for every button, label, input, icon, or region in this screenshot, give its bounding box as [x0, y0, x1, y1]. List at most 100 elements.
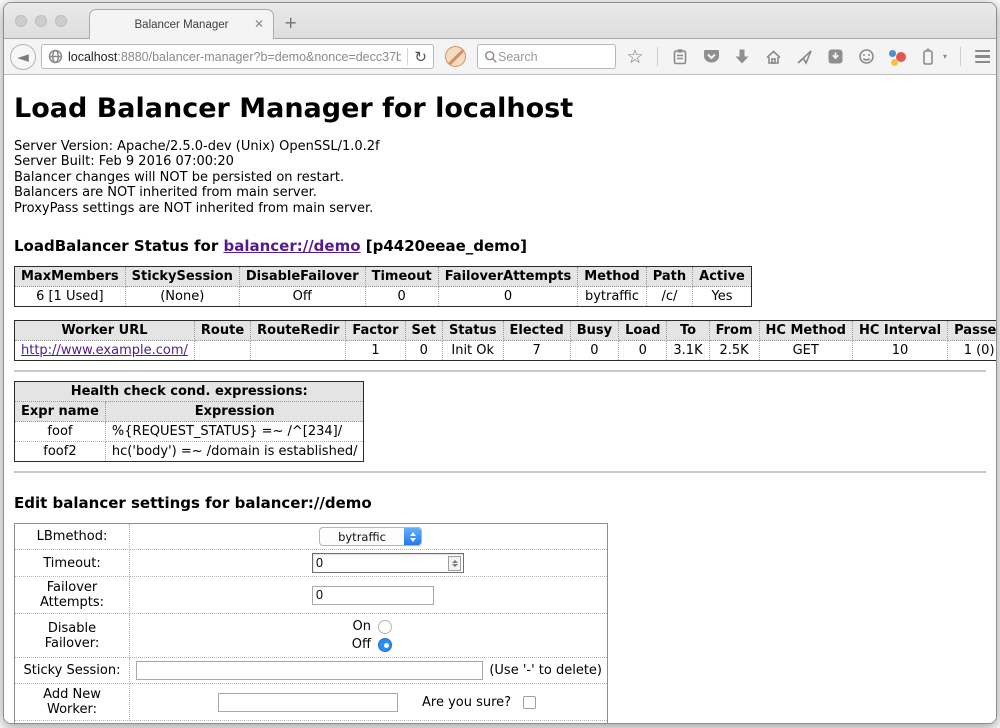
worker-url-link[interactable]: http://www.example.com/ [21, 343, 188, 358]
back-button[interactable]: ◄ [10, 44, 36, 70]
col-header: Passes [948, 321, 996, 341]
table-row: foof2 hc('body') =~ /domain is establish… [15, 442, 364, 462]
health-table-title: Health check cond. expressions: [15, 382, 364, 402]
number-stepper-icon[interactable] [448, 556, 461, 571]
add-worker-label: Add New Worker: [15, 684, 130, 721]
table-header-row: Expr name Expression [15, 402, 364, 422]
form-row-submit: Submit [15, 721, 608, 724]
screenshot-stage: Balancer Manager ✕ + ◄ localhost:8880/ba… [0, 0, 1000, 728]
toolbar-icons: ☆ [626, 47, 990, 66]
col-header: Expression [105, 402, 364, 422]
tab-close-icon[interactable]: ✕ [254, 17, 264, 31]
server-built: Server Built: Feb 9 2016 07:00:20 [14, 154, 986, 169]
col-header: Elected [503, 321, 570, 341]
server-version: Server Version: Apache/2.5.0-dev (Unix) … [14, 139, 986, 154]
balancer-status-table: MaxMembers StickySession DisableFailover… [14, 266, 752, 307]
cell: Yes [693, 287, 752, 307]
table-row: http://www.example.com/ 1 0 Init Ok 7 0 … [15, 341, 997, 361]
cell: 1 (0) [948, 341, 996, 361]
form-row-add-worker: Add New Worker: Are you sure? [15, 684, 608, 721]
cell: http://www.example.com/ [15, 341, 195, 361]
page-title: Load Balancer Manager for localhost [14, 93, 986, 124]
cell: 3.1K [667, 341, 709, 361]
search-icon [484, 50, 498, 64]
minimize-window-button[interactable] [35, 15, 47, 27]
clipboard-icon[interactable] [671, 48, 689, 66]
cell: %{REQUEST_STATUS} =~ /^[234]/ [105, 422, 364, 442]
radio-on[interactable] [378, 620, 392, 634]
cell: /c/ [646, 287, 692, 307]
cell: 2.5K [709, 341, 759, 361]
col-header: Status [442, 321, 503, 341]
col-header: HC Interval [852, 321, 947, 341]
lbmethod-selected-value: bytraffic [320, 530, 404, 544]
disable-failover-label: Disable Failover: [15, 614, 130, 658]
url-domain: localhost [68, 50, 117, 64]
notice-inherit-proxypass: ProxyPass settings are NOT inherited fro… [14, 201, 986, 216]
col-header: HC Method [759, 321, 852, 341]
cell: 0 [438, 287, 578, 307]
are-you-sure-label: Are you sure? [422, 695, 511, 710]
url-bar[interactable]: localhost:8880/balancer-manager?b=demo&n… [41, 44, 434, 69]
table-header-row: Worker URL Route RouteRedir Factor Set S… [15, 321, 997, 341]
table-header-row: MaxMembers StickySession DisableFailover… [15, 267, 752, 287]
select-stepper-icon [404, 528, 421, 545]
lbmethod-select[interactable]: bytraffic [319, 527, 422, 546]
bookmark-star-icon[interactable]: ☆ [626, 48, 644, 66]
cell: 1 [346, 341, 405, 361]
col-header: Path [646, 267, 692, 287]
search-bar[interactable] [477, 44, 616, 69]
toolbar-divider-2 [960, 47, 961, 66]
cell [194, 341, 250, 361]
balancer-demo-link[interactable]: balancer://demo [223, 237, 360, 255]
form-row-timeout: Timeout: [15, 550, 608, 577]
cell: GET [759, 341, 852, 361]
color-dots-extension-icon[interactable] [888, 48, 906, 66]
cell: foof2 [15, 442, 106, 462]
radio-off[interactable] [378, 638, 392, 652]
sticky-session-input[interactable] [136, 661, 483, 680]
send-tab-icon[interactable] [795, 48, 813, 66]
search-input[interactable] [498, 50, 598, 64]
zoom-window-button[interactable] [55, 15, 67, 27]
pocket-icon[interactable] [702, 48, 720, 66]
col-header: Busy [570, 321, 618, 341]
status-heading-suffix: [p4420eeae_demo] [361, 237, 527, 255]
chevron-down-icon[interactable]: ▾ [943, 52, 947, 61]
page-content: Load Balancer Manager for localhost Serv… [4, 75, 996, 724]
window-controls [15, 15, 67, 27]
edit-balancer-form: LBmethod: bytraffic Timeout: [14, 523, 608, 724]
new-tab-button[interactable]: + [284, 15, 297, 31]
col-header: Factor [346, 321, 405, 341]
add-worker-input[interactable] [218, 693, 398, 712]
are-you-sure-checkbox[interactable] [523, 696, 536, 709]
cell: 0 [619, 341, 667, 361]
menu-hamburger-icon[interactable] [974, 48, 990, 66]
sticky-session-label: Sticky Session: [15, 658, 130, 684]
close-window-button[interactable] [15, 15, 27, 27]
notice-persist: Balancer changes will NOT be persisted o… [14, 170, 986, 185]
url-text: localhost:8880/balancer-manager?b=demo&n… [68, 50, 401, 64]
downloads-icon[interactable] [733, 48, 751, 66]
device-battery-icon[interactable] [919, 48, 937, 66]
form-row-disable-failover: Disable Failover: On Off [15, 614, 608, 658]
home-icon[interactable] [764, 48, 782, 66]
form-row-lbmethod: LBmethod: bytraffic [15, 524, 608, 550]
video-download-icon[interactable] [826, 48, 844, 66]
cell: Init Ok [442, 341, 503, 361]
col-header: Expr name [15, 402, 106, 422]
feedback-smiley-icon[interactable] [857, 48, 875, 66]
col-header: From [709, 321, 759, 341]
cell [251, 341, 346, 361]
tab-bar: Balancer Manager ✕ + [4, 3, 996, 39]
failover-attempts-input[interactable] [312, 586, 434, 605]
browser-window: Balancer Manager ✕ + ◄ localhost:8880/ba… [3, 2, 997, 724]
globe-icon [48, 49, 63, 64]
table-row: 6 [1 Used] (None) Off 0 0 bytraffic /c/ … [15, 287, 752, 307]
form-row-sticky-session: Sticky Session: (Use '-' to delete) [15, 658, 608, 684]
timeout-input[interactable] [313, 556, 448, 570]
content-blocker-icon[interactable] [445, 46, 466, 67]
tab-balancer-manager[interactable]: Balancer Manager ✕ [89, 9, 274, 39]
cell: foof [15, 422, 106, 442]
reload-icon[interactable]: ↻ [414, 48, 429, 66]
